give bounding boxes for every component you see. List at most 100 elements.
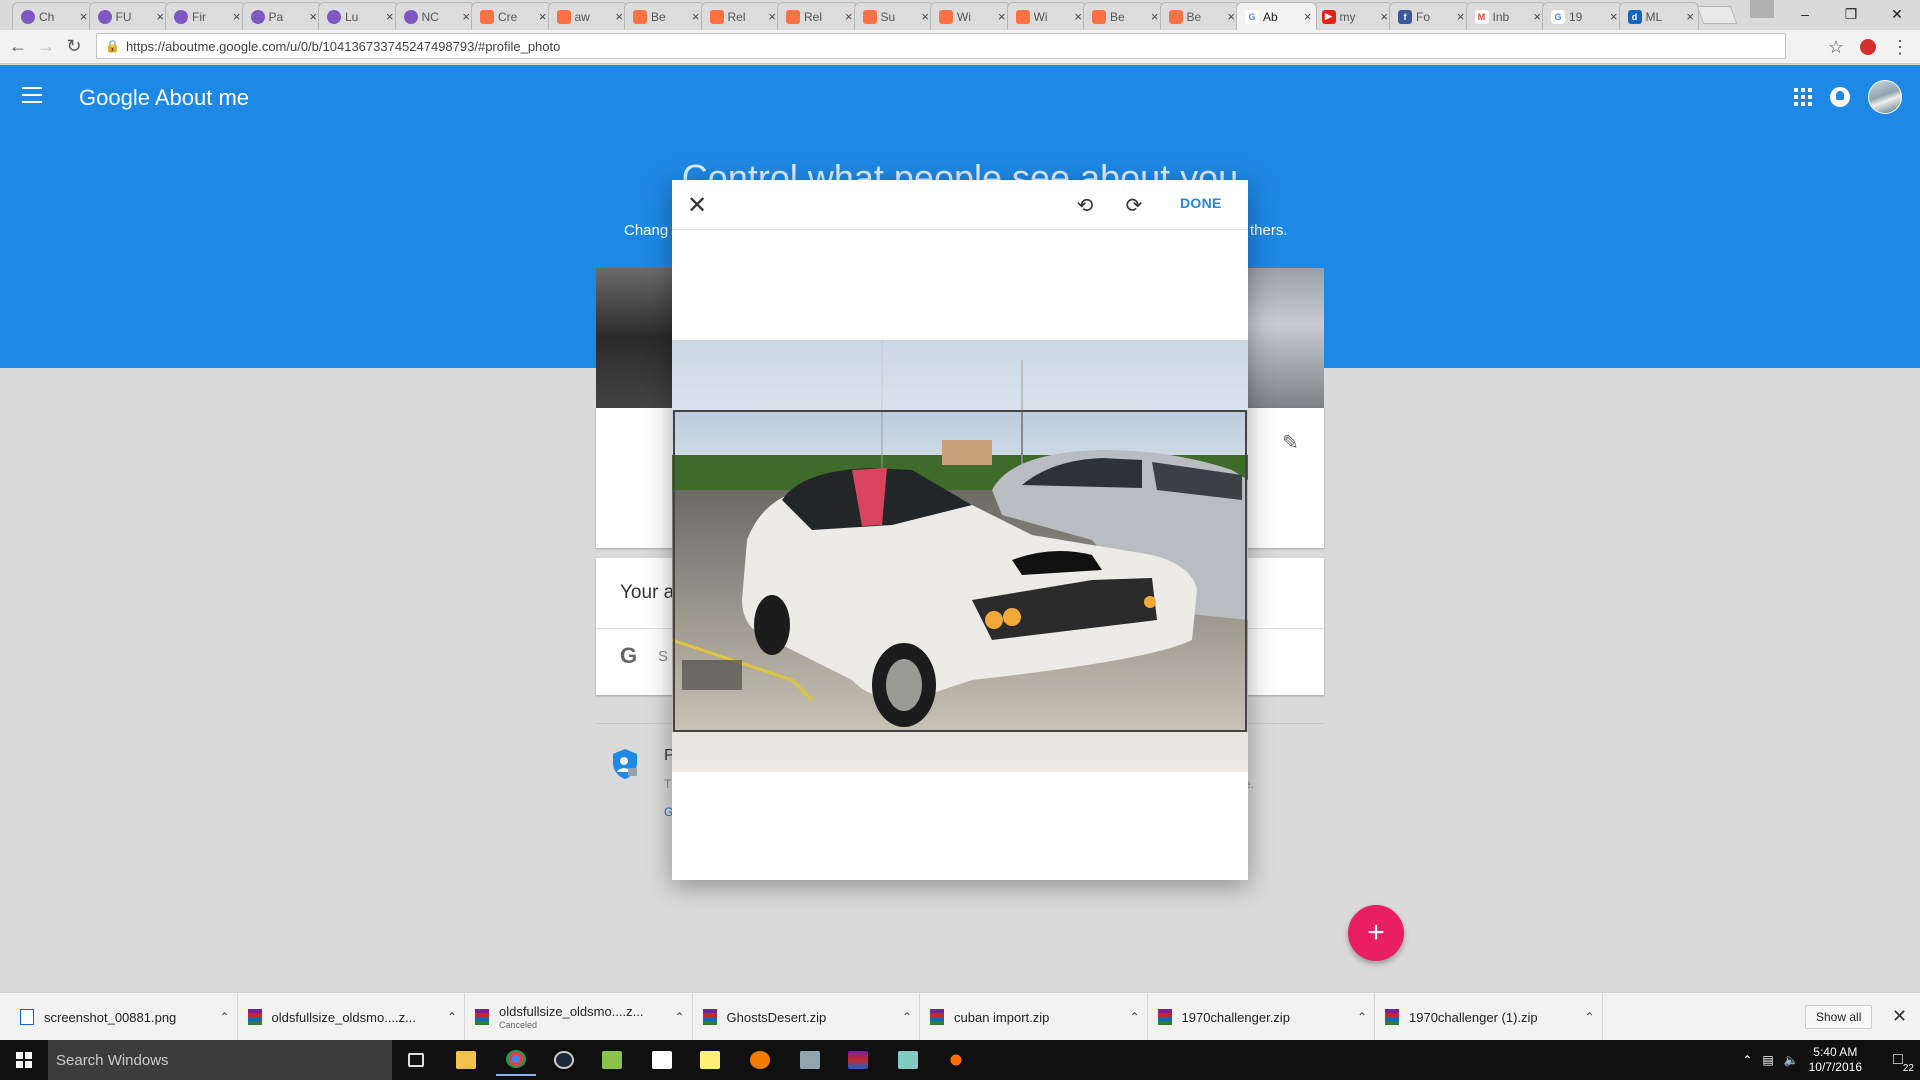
close-downloads-icon[interactable]: ✕	[1892, 1006, 1907, 1027]
close-tab-icon[interactable]: ×	[1533, 9, 1541, 24]
close-tab-icon[interactable]: ×	[539, 9, 547, 24]
close-tab-icon[interactable]: ×	[386, 9, 394, 24]
close-tab-icon[interactable]: ×	[80, 9, 88, 24]
close-tab-icon[interactable]: ×	[845, 9, 853, 24]
store-icon[interactable]	[642, 1044, 682, 1076]
done-button[interactable]: DONE	[1180, 195, 1222, 211]
chevron-up-icon[interactable]: ⌃	[1350, 1010, 1374, 1024]
browser-tab[interactable]: d ML ×	[1618, 2, 1699, 30]
close-icon[interactable]: ✕	[682, 190, 712, 220]
action-center-icon[interactable]: □ 22	[1876, 1040, 1920, 1080]
download-item[interactable]: oldsfullsize_oldsmo....z... Canceled ⌃	[465, 993, 693, 1041]
chevron-up-icon[interactable]: ⌃	[668, 1010, 692, 1024]
bookmark-star-icon[interactable]: ☆	[1822, 33, 1850, 61]
new-tab-button[interactable]	[1696, 6, 1738, 24]
browser-tab[interactable]: Rel ×	[777, 2, 858, 30]
chrome-menu-icon[interactable]: ⋮	[1886, 33, 1914, 61]
network-icon[interactable]: ▤	[1762, 1053, 1773, 1067]
reload-button[interactable]: ↻	[60, 33, 88, 61]
browser-profile-icon[interactable]	[1750, 0, 1774, 18]
notepad-icon[interactable]	[592, 1044, 632, 1076]
browser-tab[interactable]: f Fo ×	[1389, 2, 1470, 30]
forward-button[interactable]: →	[32, 33, 60, 61]
browser-tab[interactable]: Be ×	[1159, 2, 1240, 30]
download-item[interactable]: cuban import.zip ⌃	[920, 993, 1148, 1041]
origin-app-icon[interactable]	[936, 1044, 976, 1076]
rotate-right-icon[interactable]: ⟳	[1121, 192, 1147, 218]
browser-tab[interactable]: ▶ my ×	[1312, 2, 1393, 30]
taskbar-search[interactable]: Search Windows	[48, 1040, 392, 1080]
back-button[interactable]: ←	[4, 33, 32, 61]
steam-icon[interactable]	[544, 1044, 584, 1076]
download-item[interactable]: oldsfullsize_oldsmo....z... ⌃	[238, 993, 465, 1041]
crop-selection-box[interactable]	[673, 410, 1247, 732]
chevron-up-icon[interactable]: ⌃	[213, 1010, 237, 1024]
volume-icon[interactable]: 🔈	[1784, 1053, 1799, 1067]
browser-tab[interactable]: aw ×	[547, 2, 628, 30]
file-explorer-icon[interactable]	[446, 1044, 486, 1076]
download-item[interactable]: GhostsDesert.zip ⌃	[693, 993, 920, 1041]
game-app-icon[interactable]	[790, 1044, 830, 1076]
browser-tab[interactable]: Pa ×	[241, 2, 322, 30]
pencil-edit-icon[interactable]: ✎	[1282, 430, 1304, 454]
winrar-icon[interactable]	[838, 1044, 878, 1076]
browser-tab[interactable]: Wi ×	[930, 2, 1011, 30]
download-item[interactable]: 1970challenger (1).zip ⌃	[1375, 993, 1603, 1041]
close-tab-icon[interactable]: ×	[1151, 9, 1159, 24]
close-tab-icon[interactable]: ×	[1304, 9, 1312, 24]
close-tab-icon[interactable]: ×	[1227, 9, 1235, 24]
address-bar[interactable]: 🔒 https://aboutme.google.com/u/0/b/10413…	[96, 33, 1786, 59]
close-tab-icon[interactable]: ×	[1074, 9, 1082, 24]
close-tab-icon[interactable]: ×	[233, 9, 241, 24]
browser-tab[interactable]: Wi ×	[1006, 2, 1087, 30]
browser-tab[interactable]: Be ×	[624, 2, 705, 30]
browser-tab[interactable]: Cre ×	[471, 2, 552, 30]
download-item[interactable]: 1970challenger.zip ⌃	[1148, 993, 1375, 1041]
browser-tab[interactable]: G 19 ×	[1542, 2, 1623, 30]
task-view-icon[interactable]	[396, 1044, 436, 1076]
crop-area[interactable]	[672, 340, 1248, 772]
apps-grid-icon[interactable]	[1794, 88, 1812, 106]
show-all-downloads-button[interactable]: Show all	[1805, 1005, 1873, 1029]
browser-tab[interactable]: NC ×	[394, 2, 475, 30]
close-tab-icon[interactable]: ×	[692, 9, 700, 24]
browser-tab[interactable]: Fir ×	[165, 2, 246, 30]
chevron-up-icon[interactable]: ⌃	[895, 1010, 919, 1024]
close-tab-icon[interactable]: ×	[1610, 9, 1618, 24]
sticky-notes-icon[interactable]	[690, 1044, 730, 1076]
taskbar-clock[interactable]: 5:40 AM 10/7/2016	[1809, 1045, 1862, 1075]
close-tab-icon[interactable]: ×	[1457, 9, 1465, 24]
download-item[interactable]: screenshot_00881.png ⌃	[10, 993, 238, 1041]
notifications-bell-icon[interactable]	[1830, 87, 1850, 107]
restore-icon[interactable]: ❐	[1828, 0, 1874, 28]
minimize-icon[interactable]: –	[1782, 0, 1828, 28]
chevron-up-icon[interactable]: ⌃	[440, 1010, 464, 1024]
browser-tab[interactable]: Lu ×	[318, 2, 399, 30]
tray-chevron-icon[interactable]: ⌃	[1742, 1053, 1752, 1067]
browser-tab[interactable]: Su ×	[853, 2, 934, 30]
close-tab-icon[interactable]: ×	[615, 9, 623, 24]
browser-tab[interactable]: Be ×	[1083, 2, 1164, 30]
adblock-icon[interactable]	[1860, 39, 1876, 55]
paint-app-icon[interactable]	[888, 1044, 928, 1076]
close-window-icon[interactable]: ✕	[1874, 0, 1920, 28]
rotate-left-icon[interactable]: ⟲	[1072, 192, 1098, 218]
add-fab-button[interactable]: +	[1348, 905, 1404, 961]
chrome-taskbar-icon[interactable]	[496, 1044, 536, 1076]
close-tab-icon[interactable]: ×	[921, 9, 929, 24]
close-tab-icon[interactable]: ×	[998, 9, 1006, 24]
close-tab-icon[interactable]: ×	[462, 9, 470, 24]
chevron-up-icon[interactable]: ⌃	[1123, 1010, 1147, 1024]
browser-tab[interactable]: Rel ×	[700, 2, 781, 30]
chevron-up-icon[interactable]: ⌃	[1578, 1010, 1602, 1024]
browser-tab[interactable]: Ch ×	[12, 2, 93, 30]
close-tab-icon[interactable]: ×	[156, 9, 164, 24]
account-avatar[interactable]	[1868, 80, 1902, 114]
close-tab-icon[interactable]: ×	[1686, 9, 1694, 24]
start-button[interactable]	[0, 1040, 48, 1080]
close-tab-icon[interactable]: ×	[768, 9, 776, 24]
browser-tab[interactable]: M Inb ×	[1465, 2, 1546, 30]
hamburger-menu-icon[interactable]	[22, 87, 42, 103]
close-tab-icon[interactable]: ×	[309, 9, 317, 24]
browser-tab[interactable]: FU ×	[88, 2, 169, 30]
